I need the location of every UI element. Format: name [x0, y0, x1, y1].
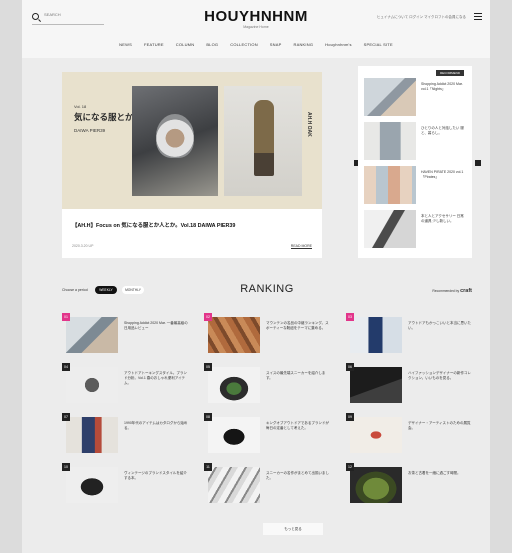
- rank-thumb[interactable]: [208, 317, 260, 353]
- nav-item-ranking[interactable]: RANKING: [294, 42, 314, 47]
- header-links[interactable]: ヒュイナムについて ログイン マイクロフトの会員になる: [377, 15, 466, 20]
- hero-feature-card[interactable]: Vol. 18 気になる服とか人とか。 DAIWA PIER39 AH.H OA…: [62, 72, 322, 258]
- ranking-item[interactable]: 11 スニーカーの名作がまとめて出揃いました。: [204, 463, 330, 505]
- rank-text[interactable]: アウトドアもかっこいいと本当に思いたい。: [408, 321, 472, 331]
- rank-number: 10: [62, 463, 70, 471]
- rank-text[interactable]: スイスの最先端スニーカーを紹介します。: [266, 371, 330, 381]
- site-logo-sub: Magazine Home: [243, 25, 269, 29]
- site-header: HOUYHNHNM Magazine Home ヒュイナムについて ログイン マ…: [22, 0, 490, 58]
- recommend-item[interactable]: Shopping Addict 2020 Mar. vol.1「Nights」: [364, 78, 466, 118]
- recommend-item[interactable]: HAVEN PIRATE 2020 vol.1「Pirates」: [364, 166, 466, 206]
- rank-text[interactable]: ハイファッションデザイナーの新作コレクション。いいものを見る。: [408, 371, 472, 381]
- recommend-text[interactable]: ひとりの人と対話したい 服と、暮らし。: [421, 126, 467, 136]
- nav-item-news[interactable]: NEWS: [119, 42, 132, 47]
- ranking-item[interactable]: 09 デザイナー・アーティストのための展覧会。: [346, 413, 472, 455]
- recommend-badge: RECOMMEND: [436, 70, 464, 76]
- hero-photo-standing-model: [224, 86, 302, 196]
- sponsor-brand[interactable]: craft: [460, 288, 472, 294]
- ranking-item[interactable]: 08 キングオブアウトドアであるブランドが毎日の定番として考えた。: [204, 413, 330, 455]
- hero-vertical-logo: AH.H OAK: [306, 112, 312, 137]
- sponsor-label: Recommended by craft: [432, 288, 472, 294]
- rank-number: 01: [62, 313, 70, 321]
- recommend-text[interactable]: 本と人とアクセサリー 日常の道具 少し新しい。: [421, 214, 467, 224]
- rank-thumb[interactable]: [66, 317, 118, 353]
- recommend-text[interactable]: Shopping Addict 2020 Mar. vol.1「Nights」: [421, 82, 467, 92]
- ranking-item[interactable]: 10 ヴィンテージのブランドスタイルを紹介する本。: [62, 463, 188, 505]
- rank-thumb[interactable]: [350, 317, 402, 353]
- ranking-item[interactable]: 06 ハイファッションデザイナーの新作コレクション。いいものを見る。: [346, 363, 472, 405]
- rank-text[interactable]: お茶と古着を一緒に過ごす時間。: [408, 471, 472, 476]
- rank-text[interactable]: Shopping Addict 2020 Mar. 一番最高級の日用品レビュー: [124, 321, 188, 331]
- recommend-item[interactable]: 本と人とアクセサリー 日常の道具 少し新しい。: [364, 210, 466, 250]
- hero-visual[interactable]: Vol. 18 気になる服とか人とか。 DAIWA PIER39 AH.H OA…: [62, 72, 322, 209]
- recommend-thumb[interactable]: [364, 166, 416, 204]
- nav-item-blog[interactable]: BLOG: [206, 42, 218, 47]
- ranking-header: Choose a period WEEKLY MONTHLY RANKING R…: [62, 283, 472, 299]
- nav-item-special-site[interactable]: SPECIAL SITE: [364, 42, 393, 47]
- rank-thumb[interactable]: [66, 417, 118, 453]
- carousel-next-arrow[interactable]: [475, 160, 481, 166]
- rank-number: 08: [204, 413, 212, 421]
- rank-text[interactable]: デザイナー・アーティストのための展覧会。: [408, 421, 472, 431]
- hero-date: 2020.3.20 UP: [72, 244, 94, 248]
- rank-text[interactable]: 1990年代のアイテムはカタログから始める。: [124, 421, 188, 431]
- rank-number: 06: [346, 363, 354, 371]
- ranking-item[interactable]: 02 マウンテンの名品の中継ランキング。スポーティーな靴紐をテーマに集める。: [204, 313, 330, 355]
- ranking-title: RANKING: [240, 283, 294, 295]
- ranking-item[interactable]: 05 スイスの最先端スニーカーを紹介します。: [204, 363, 330, 405]
- ranking-item[interactable]: 07 1990年代のアイテムはカタログから始める。: [62, 413, 188, 455]
- page: HOUYHNHNM Magazine Home ヒュイナムについて ログイン マ…: [22, 0, 490, 553]
- hero-title[interactable]: 【AH.H】Focus on 気になる服とか人とか。Vol.18 DAIWA P…: [72, 221, 235, 229]
- recommend-panel: RECOMMEND Shopping Addict 2020 Mar. vol.…: [358, 66, 472, 258]
- main-nav: NEWS FEATURE COLUMN BLOG COLLECTION SNAP…: [22, 42, 490, 47]
- rank-text[interactable]: ヴィンテージのブランドスタイルを紹介する本。: [124, 471, 188, 481]
- rank-thumb[interactable]: [208, 417, 260, 453]
- ranking-item[interactable]: 03 アウトドアもかっこいいと本当に思いたい。: [346, 313, 472, 355]
- rank-number: 12: [346, 463, 354, 471]
- rank-number: 09: [346, 413, 354, 421]
- nav-item-feature[interactable]: FEATURE: [144, 42, 164, 47]
- recommend-thumb[interactable]: [364, 210, 416, 248]
- rank-thumb[interactable]: [350, 417, 402, 453]
- rank-text[interactable]: マウンテンの名品の中継ランキング。スポーティーな靴紐をテーマに集める。: [266, 321, 330, 331]
- rank-thumb[interactable]: [350, 367, 402, 403]
- recommend-thumb[interactable]: [364, 122, 416, 160]
- sponsor-prefix: Recommended by: [432, 289, 460, 293]
- rank-number: 07: [62, 413, 70, 421]
- hero-photo-hooded-model: [132, 86, 218, 196]
- rank-number: 11: [204, 463, 212, 471]
- rank-thumb[interactable]: [66, 467, 118, 503]
- rank-text[interactable]: スニーカーの名作がまとめて出揃いました。: [266, 471, 330, 481]
- rank-number: 02: [204, 313, 212, 321]
- ranking-more-button[interactable]: もっと見る: [263, 523, 323, 535]
- rank-thumb[interactable]: [208, 367, 260, 403]
- rank-thumb[interactable]: [350, 467, 402, 503]
- nav-item-snap[interactable]: SNAP: [270, 42, 282, 47]
- rank-text[interactable]: キングオブアウトドアであるブランドが毎日の定番として考えた。: [266, 421, 330, 431]
- rank-thumb[interactable]: [208, 467, 260, 503]
- rank-thumb[interactable]: [66, 367, 118, 403]
- recommend-thumb[interactable]: [364, 78, 416, 116]
- recommend-item[interactable]: ひとりの人と対話したい 服と、暮らし。: [364, 122, 466, 162]
- rank-number: 04: [62, 363, 70, 371]
- rank-text[interactable]: アウトドアトーキングスタイル。ブランド分析。Vol.1 春のおしゃれ便利アイテム…: [124, 371, 188, 386]
- rank-number: 03: [346, 313, 354, 321]
- ranking-item[interactable]: 01 Shopping Addict 2020 Mar. 一番最高級の日用品レビ…: [62, 313, 188, 355]
- ranking-item[interactable]: 12 お茶と古着を一緒に過ごす時間。: [346, 463, 472, 505]
- ranking-item[interactable]: 04 アウトドアトーキングスタイル。ブランド分析。Vol.1 春のおしゃれ便利ア…: [62, 363, 188, 405]
- nav-item-column[interactable]: COLUMN: [176, 42, 195, 47]
- recommend-text[interactable]: HAVEN PIRATE 2020 vol.1「Pirates」: [421, 170, 467, 180]
- hero-read-more-link[interactable]: READ MORE: [290, 244, 312, 249]
- nav-item-collection[interactable]: COLLECTION: [230, 42, 258, 47]
- nav-item-houyhnhnms[interactable]: Houyhnhnm's: [325, 42, 352, 47]
- rank-number: 05: [204, 363, 212, 371]
- menu-icon[interactable]: [474, 13, 482, 20]
